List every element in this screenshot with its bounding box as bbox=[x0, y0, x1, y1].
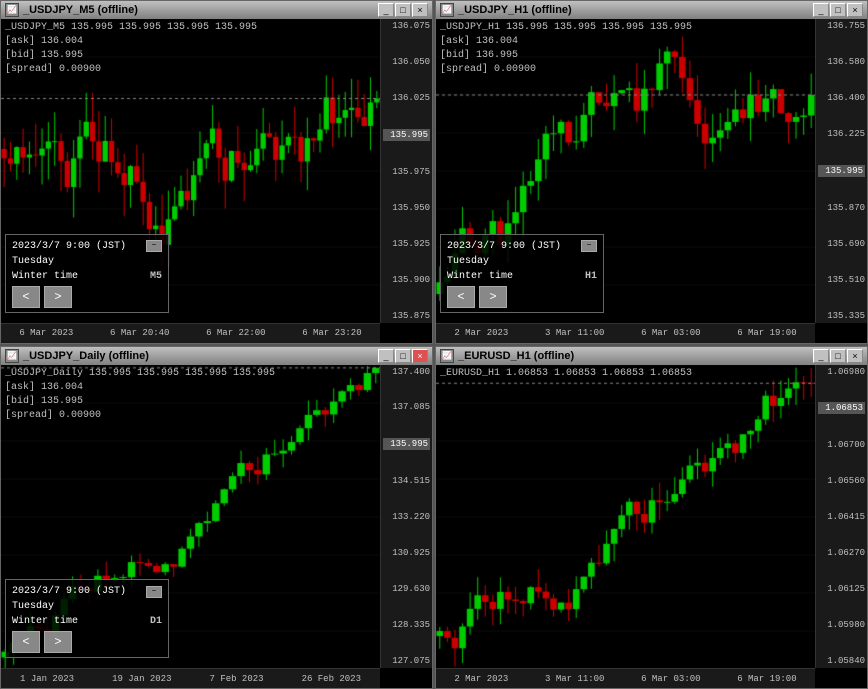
chart-area-eurusd: _EURUSD_H1 1.06853 1.06853 1.06853 1.068… bbox=[436, 365, 867, 689]
chart-window-daily: 📈 _USDJPY_Daily (offline) _ □ × _USDJPY_… bbox=[0, 346, 433, 689]
chart-info-h1: _USDJPY_H1 135.995 135.995 135.995 135.9… bbox=[440, 21, 692, 77]
chart-info-m5: _USDJPY_M5 135.995 135.995 135.995 135.9… bbox=[5, 21, 257, 77]
chart-title-h1: _USDJPY_H1 (offline) bbox=[458, 4, 572, 16]
chart-info-eurusd: _EURUSD_H1 1.06853 1.06853 1.06853 1.068… bbox=[440, 367, 692, 381]
chart-window-m5: 📈 _USDJPY_M5 (offline) _ □ × _USDJPY_M5 … bbox=[0, 0, 433, 344]
minimize-btn-eurusd[interactable]: _ bbox=[813, 349, 829, 363]
tooltip-tf-h1: H1 bbox=[585, 269, 597, 284]
time-scale-eurusd: 2 Mar 2023 3 Mar 11:00 6 Mar 03:00 6 Mar… bbox=[436, 668, 815, 688]
chart-title-m5: _USDJPY_M5 (offline) bbox=[23, 4, 138, 16]
title-buttons-eurusd: _ □ × bbox=[813, 349, 863, 363]
chart-icon-eurusd: 📈 bbox=[440, 349, 454, 363]
spread-m5: [spread] 0.00900 bbox=[5, 63, 257, 77]
tooltip-day-m5: Tuesday bbox=[12, 254, 162, 269]
prev-btn-m5[interactable]: < bbox=[12, 286, 40, 308]
spread-h1: [spread] 0.00900 bbox=[440, 63, 692, 77]
tooltip-season-daily: Winter time bbox=[12, 614, 78, 629]
title-bar-m5: 📈 _USDJPY_M5 (offline) _ □ × bbox=[1, 1, 432, 19]
time-scale-m5: 6 Mar 2023 6 Mar 20:40 6 Mar 22:00 6 Mar… bbox=[1, 323, 380, 343]
chart-area-daily: _USDJPY_Daily 135.995 135.995 135.995 13… bbox=[1, 365, 432, 689]
tooltip-day-h1: Tuesday bbox=[447, 254, 597, 269]
bid-h1: [bid] 136.995 bbox=[440, 49, 692, 63]
chart-title-daily: _USDJPY_Daily (offline) bbox=[23, 350, 149, 362]
chart-grid: 📈 _USDJPY_M5 (offline) _ □ × _USDJPY_M5 … bbox=[0, 0, 868, 689]
tooltip-date-m5: 2023/3/7 9:00 (JST) bbox=[12, 239, 126, 254]
tooltip-day-daily: Tuesday bbox=[12, 599, 162, 614]
chart-area-m5: _USDJPY_M5 135.995 135.995 135.995 135.9… bbox=[1, 19, 432, 343]
restore-btn-daily[interactable]: □ bbox=[395, 349, 411, 363]
pair-info-daily: _USDJPY_Daily 135.995 135.995 135.995 13… bbox=[5, 367, 275, 381]
tooltip-season-m5: Winter time bbox=[12, 269, 78, 284]
candlestick-canvas-eurusd bbox=[436, 365, 815, 669]
tooltip-minimize-daily[interactable]: − bbox=[146, 586, 162, 598]
chart-area-h1: _USDJPY_H1 135.995 135.995 135.995 135.9… bbox=[436, 19, 867, 343]
price-scale-daily: 137.400 137.085 135.995 134.515 133.220 … bbox=[380, 365, 432, 669]
next-btn-h1[interactable]: > bbox=[479, 286, 507, 308]
next-btn-daily[interactable]: > bbox=[44, 631, 72, 653]
tooltip-m5: 2023/3/7 9:00 (JST) − Tuesday Winter tim… bbox=[5, 234, 169, 313]
tooltip-tf-daily: D1 bbox=[150, 614, 162, 629]
chart-icon-h1: 📈 bbox=[440, 3, 454, 17]
restore-btn-m5[interactable]: □ bbox=[395, 3, 411, 17]
ask-daily: [ask] 136.004 bbox=[5, 381, 275, 395]
tooltip-date-daily: 2023/3/7 9:00 (JST) bbox=[12, 584, 126, 599]
bid-daily: [bid] 135.995 bbox=[5, 395, 275, 409]
chart-window-eurusd: 📈 _EURUSD_H1 (offline) _ □ × _EURUSD_H1 … bbox=[435, 346, 868, 689]
title-buttons-daily: _ □ × bbox=[378, 349, 428, 363]
restore-btn-eurusd[interactable]: □ bbox=[830, 349, 846, 363]
title-bar-daily: 📈 _USDJPY_Daily (offline) _ □ × bbox=[1, 347, 432, 365]
close-btn-m5[interactable]: × bbox=[412, 3, 428, 17]
prev-btn-daily[interactable]: < bbox=[12, 631, 40, 653]
tooltip-tf-m5: M5 bbox=[150, 269, 162, 284]
minimize-btn-m5[interactable]: _ bbox=[378, 3, 394, 17]
title-bar-eurusd: 📈 _EURUSD_H1 (offline) _ □ × bbox=[436, 347, 867, 365]
ask-h1: [ask] 136.004 bbox=[440, 35, 692, 49]
price-scale-h1: 136.755 136.580 136.400 136.225 135.995 … bbox=[815, 19, 867, 323]
tooltip-minimize-m5[interactable]: − bbox=[146, 240, 162, 252]
bid-m5: [bid] 135.995 bbox=[5, 49, 257, 63]
title-bar-h1: 📈 _USDJPY_H1 (offline) _ □ × bbox=[436, 1, 867, 19]
ask-m5: [ask] 136.004 bbox=[5, 35, 257, 49]
close-btn-daily[interactable]: × bbox=[412, 349, 428, 363]
price-scale-eurusd: 1.06980 1.06853 1.06700 1.06560 1.06415 … bbox=[815, 365, 867, 669]
title-buttons-h1: _ □ × bbox=[813, 3, 863, 17]
time-scale-h1: 2 Mar 2023 3 Mar 11:00 6 Mar 03:00 6 Mar… bbox=[436, 323, 815, 343]
time-scale-daily: 1 Jan 2023 19 Jan 2023 7 Feb 2023 26 Feb… bbox=[1, 668, 380, 688]
chart-title-eurusd: _EURUSD_H1 (offline) bbox=[458, 350, 574, 362]
tooltip-h1: 2023/3/7 9:00 (JST) − Tuesday Winter tim… bbox=[440, 234, 604, 313]
title-buttons-m5: _ □ × bbox=[378, 3, 428, 17]
next-btn-m5[interactable]: > bbox=[44, 286, 72, 308]
pair-info-h1: _USDJPY_H1 135.995 135.995 135.995 135.9… bbox=[440, 21, 692, 35]
prev-btn-h1[interactable]: < bbox=[447, 286, 475, 308]
price-scale-m5: 136.075 136.050 136.025 135.995 135.975 … bbox=[380, 19, 432, 323]
minimize-btn-daily[interactable]: _ bbox=[378, 349, 394, 363]
pair-info-m5: _USDJPY_M5 135.995 135.995 135.995 135.9… bbox=[5, 21, 257, 35]
tooltip-minimize-h1[interactable]: − bbox=[581, 240, 597, 252]
close-btn-eurusd[interactable]: × bbox=[847, 349, 863, 363]
chart-icon-m5: 📈 bbox=[5, 3, 19, 17]
chart-icon-daily: 📈 bbox=[5, 349, 19, 363]
chart-window-h1: 📈 _USDJPY_H1 (offline) _ □ × _USDJPY_H1 … bbox=[435, 0, 868, 344]
tooltip-season-h1: Winter time bbox=[447, 269, 513, 284]
tooltip-daily: 2023/3/7 9:00 (JST) − Tuesday Winter tim… bbox=[5, 579, 169, 658]
close-btn-h1[interactable]: × bbox=[847, 3, 863, 17]
spread-daily: [spread] 0.00900 bbox=[5, 409, 275, 423]
restore-btn-h1[interactable]: □ bbox=[830, 3, 846, 17]
tooltip-date-h1: 2023/3/7 9:00 (JST) bbox=[447, 239, 561, 254]
pair-info-eurusd: _EURUSD_H1 1.06853 1.06853 1.06853 1.068… bbox=[440, 367, 692, 381]
minimize-btn-h1[interactable]: _ bbox=[813, 3, 829, 17]
chart-info-daily: _USDJPY_Daily 135.995 135.995 135.995 13… bbox=[5, 367, 275, 423]
